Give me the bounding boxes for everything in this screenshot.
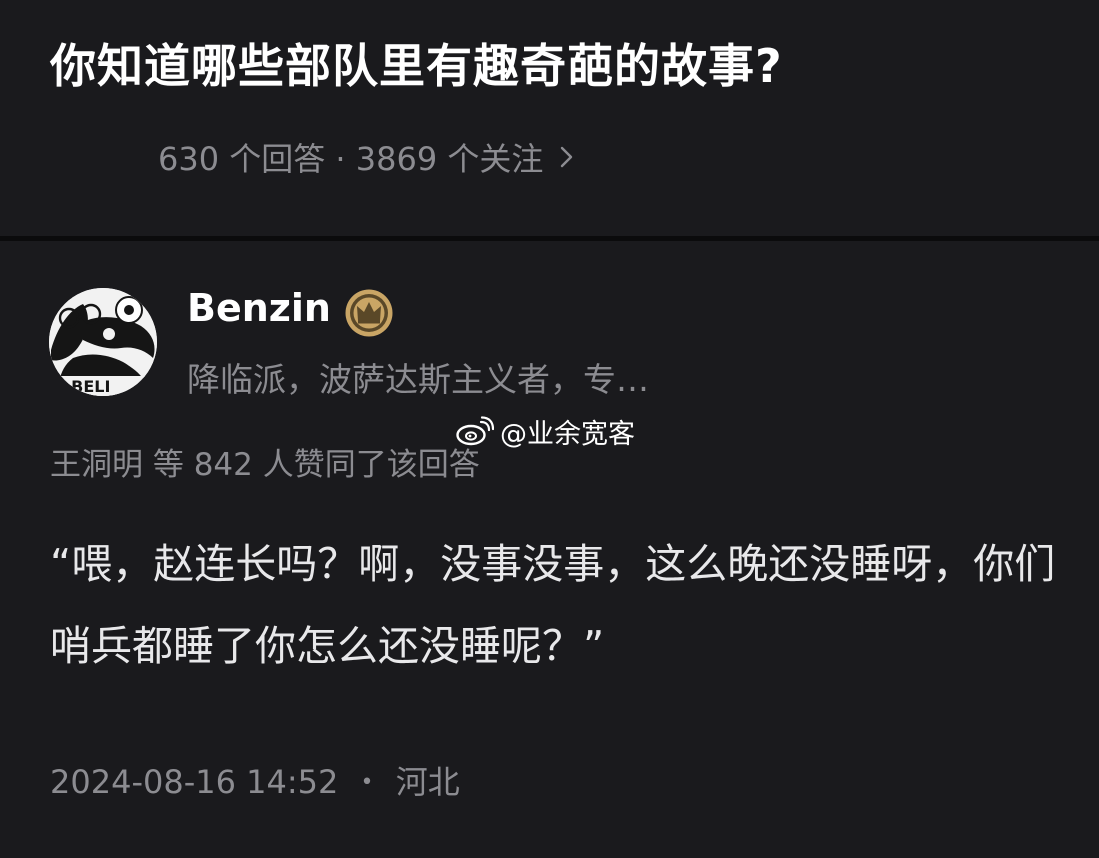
author-name[interactable]: Benzin [187,286,331,330]
voters-summary[interactable]: 王洞明 等 842 人赞同了该回答 [50,439,480,484]
watermark: @业余宽客 [456,413,635,450]
meta-separator: • [360,770,374,795]
answer-card: O BELI Benzin 降临派，波萨达斯主义者，专… @业余宽客 王洞明 等… [0,241,1099,858]
answer-meta: 2024-08-16 14:52 • 河北 [50,757,460,803]
question-card: 你知道哪些部队里有趣奇葩的故事? 630 个回答 · 3869 个关注 [0,0,1099,236]
avatar-caption: O BELI [52,377,110,396]
author-avatar[interactable]: O BELI [49,288,157,396]
question-stats-text: 630 个回答 · 3869 个关注 [158,140,544,178]
crown-badge-icon [345,289,393,337]
answer-timestamp: 2024-08-16 14:52 [50,763,339,801]
chevron-right-icon [561,146,573,168]
avatar-image: O BELI [49,288,157,396]
answer-content[interactable]: “喂，赵连长吗？啊，没事没事，这么晚还没睡呀，你们哨兵都睡了你怎么还没睡呢？” [50,523,1060,687]
answer-location: 河北 [395,763,460,801]
question-stats-link[interactable]: 630 个回答 · 3869 个关注 [158,132,577,182]
question-title[interactable]: 你知道哪些部队里有趣奇葩的故事? [50,28,783,104]
app-screen: 你知道哪些部队里有趣奇葩的故事? 630 个回答 · 3869 个关注 O BE… [0,0,1099,858]
author-bio: 降临派，波萨达斯主义者，专… [187,360,649,399]
watermark-text: @业余宽客 [500,418,635,450]
